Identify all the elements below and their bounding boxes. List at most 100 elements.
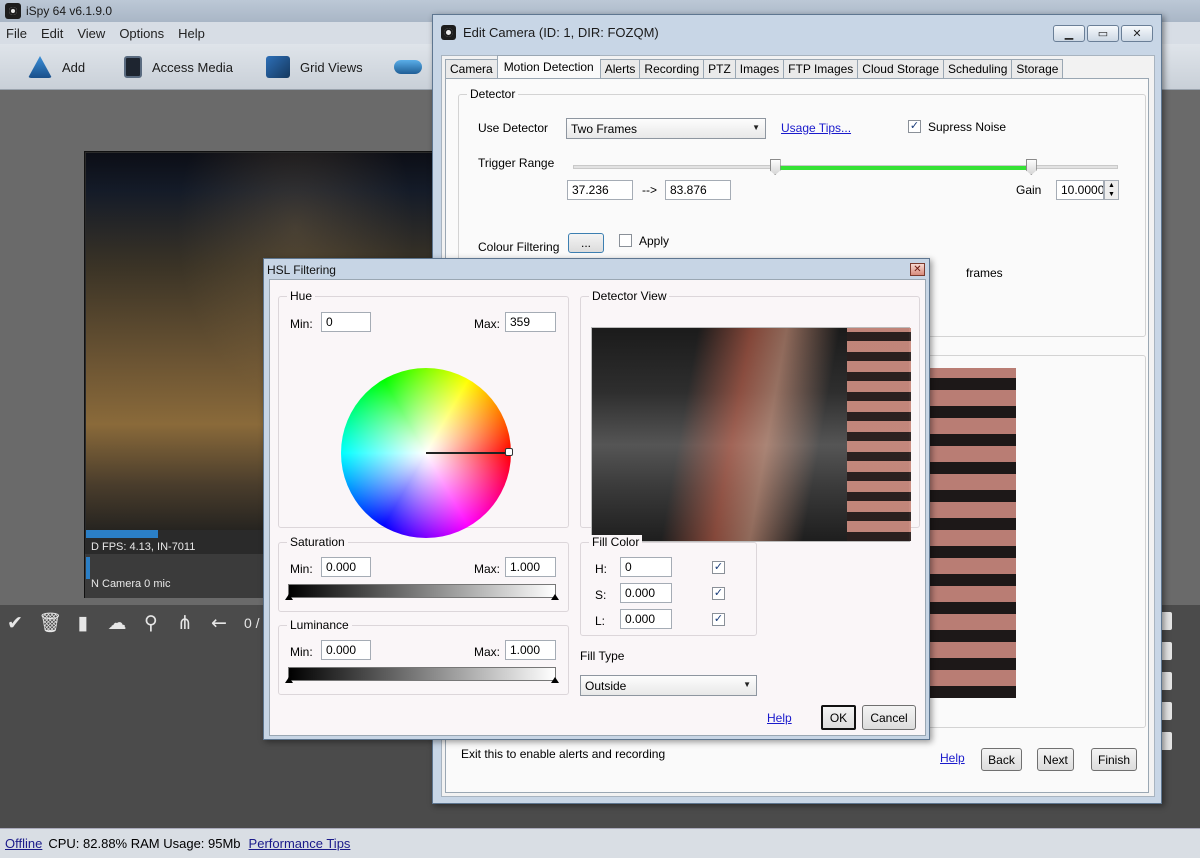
gain-spinner[interactable]: ▲ ▼ <box>1104 180 1119 200</box>
share-icon[interactable]: ⋔ <box>174 612 196 634</box>
saturation-min-marker[interactable] <box>285 594 293 600</box>
gain-input[interactable]: 10.00000 <box>1056 180 1104 200</box>
luminance-min-input[interactable]: 0.000 <box>321 640 371 660</box>
edit-help-link[interactable]: Help <box>940 751 965 765</box>
range-arrow: --> <box>642 183 657 197</box>
fill-type-label: Fill Type <box>580 649 625 663</box>
fill-s-input[interactable]: 0.000 <box>620 583 672 603</box>
colour-filter-button[interactable]: ... <box>568 233 604 253</box>
tab-ftp-images[interactable]: FTP Images <box>783 59 858 79</box>
tab-ptz[interactable]: PTZ <box>703 59 735 79</box>
fill-h-checkbox[interactable]: ✓ <box>712 561 725 574</box>
saturation-min-input[interactable]: 0.000 <box>321 557 371 577</box>
app-title: iSpy 64 v6.1.9.0 <box>26 4 113 18</box>
camera-info-mic: N Camera 0 mic <box>91 578 171 590</box>
add-camera-icon <box>28 56 52 78</box>
hue-min-label: Min: <box>290 317 313 331</box>
statusbar: Offline CPU: 82.88% RAM Usage: 95Mb Perf… <box>0 828 1200 858</box>
minimize-button[interactable]: ▁ <box>1053 25 1085 42</box>
offline-link[interactable]: Offline <box>5 836 42 851</box>
back-button[interactable]: Back <box>981 748 1022 771</box>
grid-views-button[interactable]: Grid Views <box>266 54 363 80</box>
motion-preview-image <box>930 368 1016 698</box>
close-icon[interactable]: ✕ <box>910 263 925 276</box>
maximize-button[interactable]: ▭ <box>1087 25 1119 42</box>
hsl-body: Hue Min: 0 Max: 359 Saturation Min: 0.00… <box>269 279 926 736</box>
saturation-max-label: Max: <box>474 562 501 576</box>
cancel-button[interactable]: Cancel <box>862 705 916 730</box>
saturation-gradient-bar[interactable] <box>288 584 556 598</box>
menu-file[interactable]: File <box>6 26 27 41</box>
access-media-icon <box>124 56 142 78</box>
fill-s-checkbox[interactable]: ✓ <box>712 587 725 600</box>
fill-type-select[interactable]: Outside <box>580 675 757 696</box>
hue-max-input[interactable]: 359 <box>505 312 556 332</box>
ok-button[interactable]: OK <box>821 705 856 730</box>
resource-stats: CPU: 82.88% RAM Usage: 95Mb <box>48 836 241 851</box>
supress-noise-label: Supress Noise <box>928 120 1007 134</box>
luminance-min-marker[interactable] <box>285 677 293 683</box>
building-image <box>847 328 911 541</box>
fill-l-label: L: <box>595 614 606 628</box>
cloud-upload-icon[interactable]: ☁ <box>106 612 128 634</box>
use-detector-select[interactable]: Two Frames <box>566 118 766 139</box>
add-button[interactable]: Add <box>28 54 85 80</box>
trigger-min-input[interactable]: 37.236 <box>567 180 633 200</box>
saturation-min-label: Min: <box>290 562 313 576</box>
access-media-label: Access Media <box>152 59 233 75</box>
tab-scheduling[interactable]: Scheduling <box>943 59 1012 79</box>
menu-edit[interactable]: Edit <box>41 26 63 41</box>
hue-min-input[interactable]: 0 <box>321 312 371 332</box>
saturation-title: Saturation <box>287 535 348 549</box>
menu-view[interactable]: View <box>77 26 105 41</box>
hue-wheel-handle[interactable] <box>505 448 513 456</box>
fill-l-checkbox[interactable]: ✓ <box>712 613 725 626</box>
supress-noise-checkbox[interactable]: ✓ <box>908 120 921 133</box>
hsl-help-link[interactable]: Help <box>767 711 792 725</box>
saturation-max-marker[interactable] <box>551 594 559 600</box>
apply-checkbox[interactable] <box>619 234 632 247</box>
apply-label: Apply <box>639 234 670 248</box>
access-media-button[interactable]: Access Media <box>124 54 233 80</box>
trigger-range-selection <box>774 166 1031 170</box>
trigger-max-input[interactable]: 83.876 <box>665 180 731 200</box>
tab-alerts[interactable]: Alerts <box>599 59 640 79</box>
camera-progress-bar <box>86 530 158 538</box>
fill-s-label: S: <box>595 588 607 602</box>
luminance-max-marker[interactable] <box>551 677 559 683</box>
tab-images[interactable]: Images <box>734 59 784 79</box>
mic-level-bar <box>86 557 90 579</box>
check-icon[interactable]: ✔ <box>4 612 26 634</box>
menu-options[interactable]: Options <box>119 26 164 41</box>
performance-tips-link[interactable]: Performance Tips <box>249 836 351 851</box>
tab-motion-detection[interactable]: Motion Detection <box>496 55 600 79</box>
saturation-max-input[interactable]: 1.000 <box>505 557 556 577</box>
usage-tips-link[interactable]: Usage Tips... <box>781 121 851 135</box>
tab-recording[interactable]: Recording <box>639 59 704 79</box>
gain-label: Gain <box>1016 183 1042 197</box>
search-icon[interactable]: ⚲ <box>140 612 162 634</box>
hue-title: Hue <box>287 289 316 303</box>
tab-camera[interactable]: Camera <box>445 59 497 79</box>
tab-storage[interactable]: Storage <box>1011 59 1064 79</box>
trigger-range-label: Trigger Range <box>478 156 555 170</box>
colour-filtering-label: Colour Filtering <box>478 240 560 254</box>
luminance-max-input[interactable]: 1.000 <box>505 640 556 660</box>
close-button[interactable]: ✕ <box>1121 25 1153 42</box>
detector-view-title: Detector View <box>589 289 670 303</box>
book-icon[interactable]: ▮ <box>72 612 94 634</box>
luminance-gradient-bar[interactable] <box>288 667 556 681</box>
use-detector-value: Two Frames <box>571 122 638 136</box>
cloud-button[interactable] <box>394 54 422 80</box>
back-arrow-icon[interactable]: ← <box>208 612 230 634</box>
fill-color-title: Fill Color <box>589 535 643 549</box>
luminance-min-label: Min: <box>290 645 313 659</box>
menu-help[interactable]: Help <box>178 26 205 41</box>
tab-cloud-storage[interactable]: Cloud Storage <box>857 59 944 79</box>
next-button[interactable]: Next <box>1037 748 1074 771</box>
fill-h-input[interactable]: 0 <box>620 557 672 577</box>
trash-icon[interactable]: 🗑 <box>38 612 62 634</box>
fill-l-input[interactable]: 0.000 <box>620 609 672 629</box>
finish-button[interactable]: Finish <box>1091 748 1137 771</box>
grid-views-label: Grid Views <box>300 59 363 75</box>
